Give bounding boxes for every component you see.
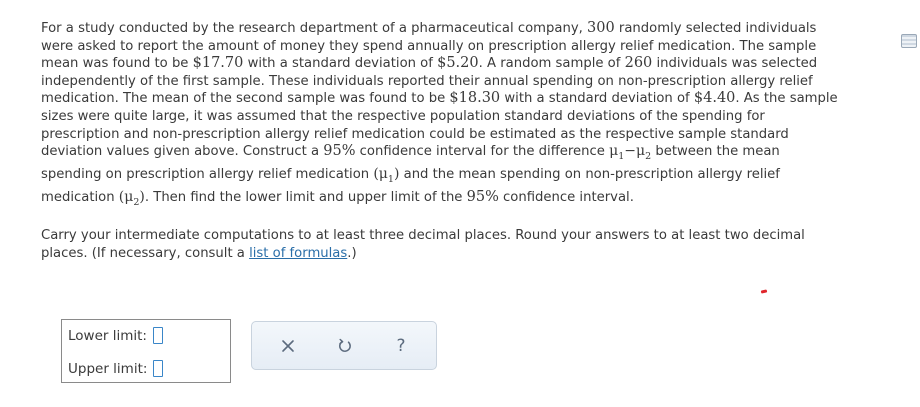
- text-segment: medication. The mean of the second sampl…: [41, 91, 450, 107]
- problem-line: spending on prescription allergy relief …: [41, 166, 887, 184]
- sample-sd-1: $5.20: [437, 55, 479, 72]
- mu-symbol: μ: [635, 143, 646, 160]
- lower-limit-label: Lower limit:: [68, 327, 147, 344]
- problem-line: independently of the first sample. These…: [41, 73, 813, 89]
- text-segment: with a standard deviation of: [243, 56, 438, 72]
- mu-1: (μ1): [373, 165, 399, 184]
- problem-line: were asked to report the amount of money…: [41, 38, 817, 54]
- minus-sign: −: [624, 143, 636, 160]
- text-segment: with a standard deviation of: [500, 91, 694, 107]
- close-icon: [282, 340, 294, 352]
- confidence-level: 95%: [323, 143, 356, 160]
- red-marker: [760, 289, 768, 294]
- text-segment: between the mean: [651, 144, 780, 160]
- text-segment: randomly selected individuals: [614, 21, 817, 36]
- text-segment: mean was found to be: [41, 56, 193, 72]
- problem-line: For a study conducted by the research de…: [41, 20, 887, 38]
- text-segment: places. (If necessary, consult a: [41, 245, 250, 261]
- confidence-level: 95%: [466, 189, 499, 206]
- problem-line: medication. The mean of the second sampl…: [41, 90, 887, 108]
- text-segment: and the mean spending on non-prescriptio…: [399, 166, 780, 182]
- sample-size-1: 300: [587, 20, 615, 36]
- mu-difference: μ1−μ2: [609, 143, 651, 161]
- upper-limit-row: Upper limit:: [68, 360, 164, 377]
- text-segment: .): [347, 245, 357, 261]
- formulas-link[interactable]: list of formulas: [249, 246, 347, 261]
- text-segment: deviation values given above. Construct …: [41, 144, 324, 160]
- calculator-icon[interactable]: [901, 34, 917, 48]
- problem-line: sizes were quite large, it was assumed t…: [41, 108, 765, 124]
- clear-button[interactable]: [274, 332, 302, 360]
- text-segment: For a study conducted by the research de…: [41, 21, 588, 36]
- mu-symbol: μ: [124, 189, 134, 206]
- text-segment: . Then find the lower limit and upper li…: [144, 190, 467, 206]
- help-button[interactable]: ?: [387, 332, 415, 360]
- sample-sd-2: $4.40: [693, 90, 736, 107]
- mu-symbol: μ: [609, 143, 619, 160]
- problem-line: medication (μ2). Then find the lower lim…: [41, 189, 887, 207]
- text-segment: spending on prescription allergy relief …: [41, 166, 374, 182]
- text-segment: confidence interval for the difference: [355, 144, 610, 160]
- upper-limit-label: Upper limit:: [68, 360, 148, 377]
- answer-panel: Lower limit: Upper limit:: [61, 319, 231, 383]
- text-segment: . A random sample of: [478, 56, 625, 72]
- text-segment: . As the sample: [735, 91, 838, 107]
- problem-line: deviation values given above. Construct …: [41, 143, 887, 161]
- lower-limit-input[interactable]: [152, 327, 163, 344]
- sample-mean-1: $17.70: [192, 55, 244, 72]
- undo-button[interactable]: [331, 332, 359, 360]
- lower-limit-row: Lower limit:: [68, 327, 163, 344]
- sample-size-2: 260: [624, 55, 653, 72]
- problem-statement: For a study conducted by the research de…: [41, 20, 887, 262]
- problem-line: prescription and non-prescription allerg…: [41, 126, 789, 142]
- text-segment: individuals was selected: [652, 56, 818, 72]
- answer-toolbar: ?: [251, 321, 437, 370]
- mu-symbol: μ: [378, 165, 388, 182]
- text-segment: medication: [41, 190, 119, 206]
- text-segment: confidence interval.: [498, 190, 634, 206]
- problem-line: mean was found to be $17.70 with a stand…: [41, 55, 887, 73]
- upper-limit-input[interactable]: [153, 360, 164, 377]
- instruction-line: places. (If necessary, consult a list of…: [41, 245, 887, 263]
- instruction-line: Carry your intermediate computations to …: [41, 227, 805, 243]
- undo-icon: [339, 338, 351, 352]
- mu-2: (μ2): [119, 189, 145, 207]
- sample-mean-2: $18.30: [449, 90, 501, 107]
